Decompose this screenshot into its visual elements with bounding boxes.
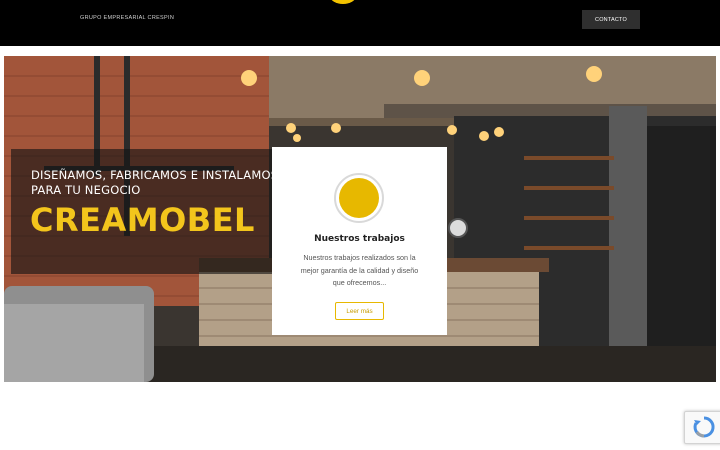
recaptcha-badge[interactable] <box>684 411 720 444</box>
recaptcha-icon <box>693 416 715 438</box>
works-card: Nuestros trabajos Nuestros trabajos real… <box>272 147 447 335</box>
brand-name[interactable]: GRUPO EMPRESARIAL CRESPIN <box>80 15 174 21</box>
contact-button[interactable]: CONTACTO <box>582 10 640 29</box>
hero-section: DISEÑAMOS, FABRICAMOS E INSTALAMOS SOLUC… <box>4 56 716 382</box>
hero-brand-title: CREAMOBEL <box>30 201 255 239</box>
sun-logo-icon[interactable] <box>330 0 356 4</box>
card-icon-frame <box>334 173 384 223</box>
circle-icon <box>339 178 379 218</box>
card-description: Nuestros trabajos realizados son la mejo… <box>300 253 419 287</box>
site-header: GRUPO EMPRESARIAL CRESPIN CONTACTO <box>0 0 720 46</box>
card-title: Nuestros trabajos <box>314 234 405 244</box>
read-more-button[interactable]: Leer más <box>335 302 384 320</box>
